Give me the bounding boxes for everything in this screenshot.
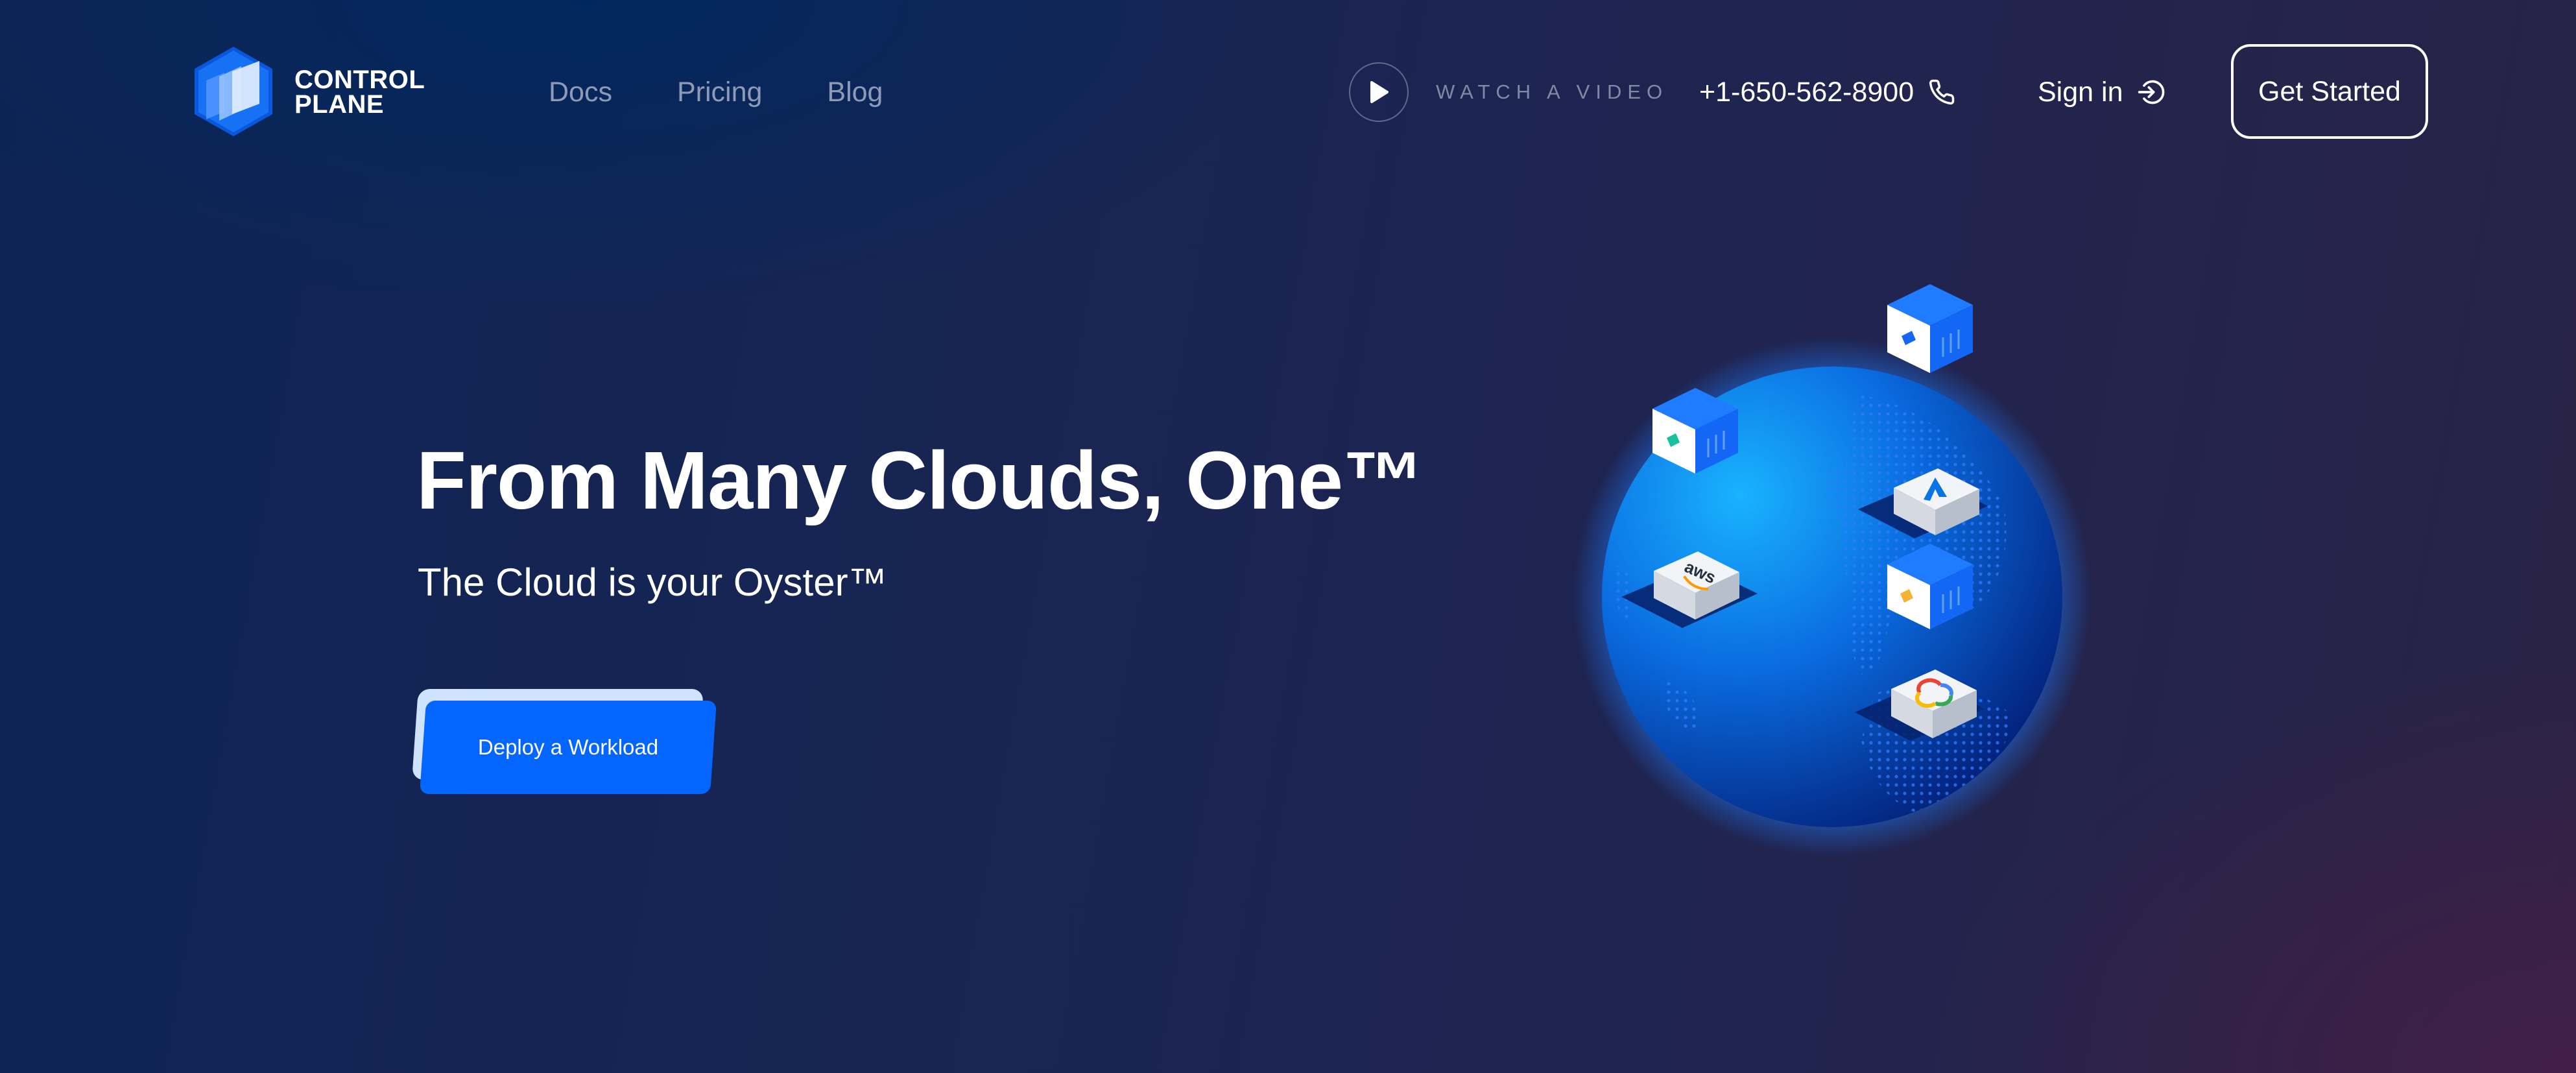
main-nav: Docs Pricing Blog <box>549 73 948 112</box>
phone-number: +1-650-562-8900 <box>1699 76 1914 108</box>
cloud-globe-illustration: aws <box>1573 284 2092 856</box>
nav-link-blog[interactable]: Blog <box>827 73 883 112</box>
get-started-button[interactable]: Get Started <box>2231 44 2428 139</box>
play-button[interactable] <box>1349 62 1409 122</box>
logo-cube-icon <box>195 47 272 136</box>
watch-video-button[interactable]: WATCH A VIDEO <box>1349 60 1668 125</box>
site-header: CONTROL PLANE Docs Pricing Blog WATCH A … <box>0 0 2576 188</box>
play-icon <box>1370 81 1389 103</box>
sign-in-label: Sign in <box>2038 76 2123 108</box>
phone-link[interactable]: +1-650-562-8900 <box>1699 73 1955 112</box>
logo-line-1: CONTROL <box>294 66 425 94</box>
hero-title: From Many Clouds, One™ <box>416 435 1424 526</box>
phone-icon <box>1929 79 1955 105</box>
logo-wordmark: CONTROL PLANE <box>294 67 425 117</box>
hero-subtitle: The Cloud is your Oyster™ <box>418 561 887 604</box>
nav-link-pricing[interactable]: Pricing <box>677 73 762 112</box>
nav-link-docs[interactable]: Docs <box>549 73 612 112</box>
sign-in-icon <box>2138 80 2165 104</box>
logo-line-2: PLANE <box>294 90 385 119</box>
watch-video-label: WATCH A VIDEO <box>1436 80 1669 103</box>
deploy-workload-button[interactable]: Deploy a Workload <box>412 686 717 797</box>
sign-in-link[interactable]: Sign in <box>2038 73 2165 112</box>
deploy-workload-label: Deploy a Workload <box>477 735 659 759</box>
control-plane-logo[interactable]: CONTROL PLANE <box>195 47 428 138</box>
